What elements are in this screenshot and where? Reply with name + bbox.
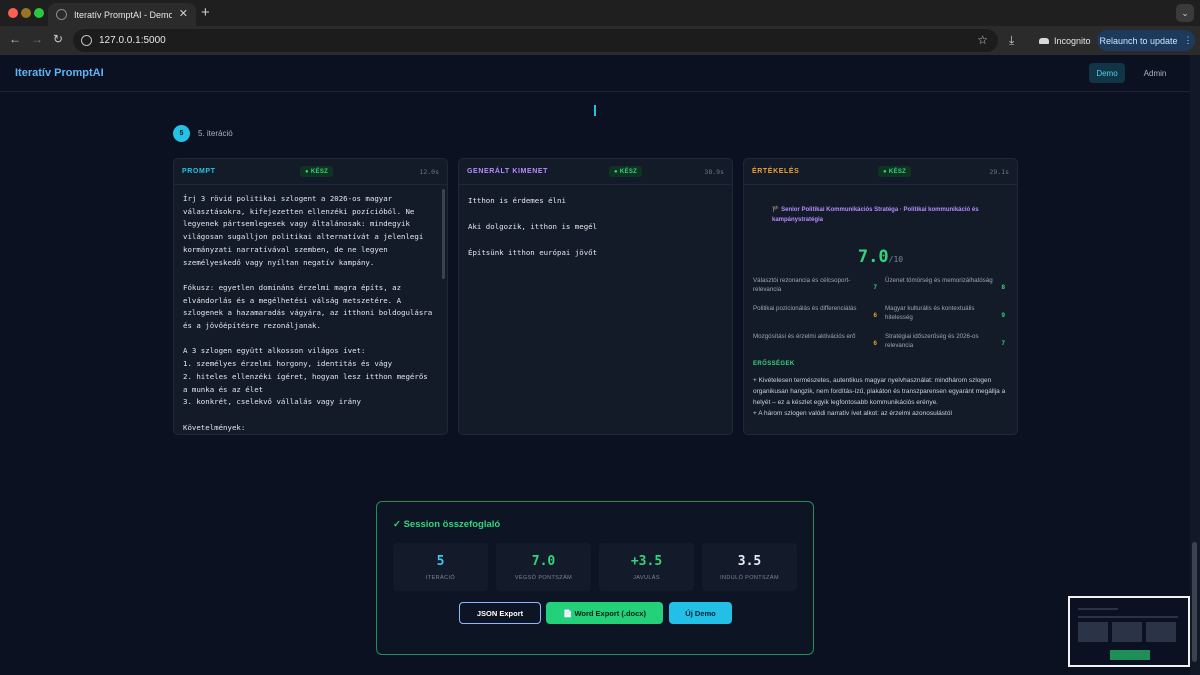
criterion-label: Stratégiai időszerűség és 2026-os releva… bbox=[885, 333, 979, 349]
criterion: Stratégiai időszerűség és 2026-os releva… bbox=[881, 332, 1009, 360]
evaluation-panel: ÉRTÉKELÉS ● KÉSZ 29.1s 🏴 Senior Politika… bbox=[743, 158, 1018, 435]
stat-label: ITERÁCIÓ bbox=[425, 575, 456, 581]
stat-initial-score: 3.5 INDULÓ PONTSZÁM bbox=[702, 543, 797, 591]
more-vert-icon: ⋮ bbox=[1183, 35, 1193, 45]
word-export-button[interactable]: 📄 Word Export (.docx) bbox=[546, 602, 663, 624]
minimize-window-button[interactable] bbox=[21, 8, 31, 18]
close-window-button[interactable] bbox=[8, 8, 18, 18]
criterion-score: 6 bbox=[873, 312, 877, 319]
browser-toolbar: ← → ↻ 127.0.0.1:5000 ☆ bbox=[0, 26, 1200, 55]
strengths-text[interactable]: + Kivételesen természetes, autentikus ma… bbox=[753, 375, 1011, 419]
download-icon[interactable]: ⤓ bbox=[1009, 33, 1014, 48]
criterion-label: Üzenet tömörség és memorizálhatóság bbox=[885, 277, 993, 284]
elapsed-time: 29.1s bbox=[989, 168, 1009, 176]
incognito-icon bbox=[1039, 37, 1049, 44]
reload-icon[interactable]: ↻ bbox=[53, 33, 63, 45]
incognito-label: Incognito bbox=[1054, 35, 1091, 46]
stat-label: VÉGSŐ PONTSZÁM bbox=[514, 575, 573, 581]
output-panel-title: GENERÁLT KIMENET bbox=[467, 168, 549, 175]
scroll-thumb[interactable] bbox=[1192, 542, 1197, 662]
criterion-label: Politikai pozicionálás és differenciálás bbox=[753, 305, 857, 312]
criterion: Magyar kulturális és kontextuális hitele… bbox=[881, 304, 1009, 332]
stat-value: +3.5 bbox=[630, 554, 663, 569]
output-text[interactable]: Itthon is érdemes élni Aki dolgozik, itt… bbox=[459, 185, 732, 259]
session-summary: ✓ Session összefoglaló 5 ITERÁCIÓ 7.0 VÉ… bbox=[376, 501, 814, 655]
close-tab-icon[interactable]: ✕ bbox=[179, 9, 188, 20]
back-arrow-icon[interactable]: ← bbox=[9, 33, 21, 45]
criterion-score: 9 bbox=[1001, 312, 1005, 319]
criterion-score: 8 bbox=[1001, 284, 1005, 291]
stat-value: 3.5 bbox=[737, 554, 762, 569]
address-bar[interactable]: 127.0.0.1:5000 ☆ bbox=[73, 29, 998, 52]
prompt-text[interactable]: Írj 3 rövid politikai szlogent a 2026-os… bbox=[174, 185, 447, 434]
status-badge: ● KÉSZ bbox=[878, 166, 912, 177]
prompt-panel-header: PROMPT ● KÉSZ 12.0s bbox=[174, 159, 447, 185]
prompt-panel: PROMPT ● KÉSZ 12.0s Írj 3 rövid politika… bbox=[173, 158, 448, 435]
score-value: 7.0 bbox=[857, 247, 889, 267]
overall-score: 7.0/10 bbox=[744, 247, 1017, 267]
globe-icon bbox=[56, 9, 67, 20]
criterion-label: Magyar kulturális és kontextuális hitele… bbox=[885, 305, 975, 321]
forward-arrow-icon[interactable]: → bbox=[31, 33, 43, 45]
relaunch-label: Relaunch to update bbox=[1099, 35, 1178, 46]
evaluator-role: 🏴 Senior Politikai Kommunikációs Stratég… bbox=[772, 207, 979, 223]
stat-value: 5 bbox=[436, 554, 445, 569]
criterion-score: 6 bbox=[873, 340, 877, 347]
browser-tab[interactable]: Iteratív PromptAI - Demo ✕ bbox=[48, 3, 196, 26]
tab-title: Iteratív PromptAI - Demo bbox=[74, 9, 172, 20]
bookmark-star-icon[interactable]: ☆ bbox=[977, 33, 988, 47]
incognito-indicator[interactable]: Incognito bbox=[1031, 30, 1099, 51]
json-export-button[interactable]: JSON Export bbox=[459, 602, 541, 624]
iteration-number-badge: 5 bbox=[173, 125, 190, 142]
relaunch-button[interactable]: Relaunch to update ⋮ bbox=[1097, 30, 1195, 51]
output-panel: GENERÁLT KIMENET ● KÉSZ 38.9s Itthon is … bbox=[458, 158, 733, 435]
elapsed-time: 12.0s bbox=[419, 168, 439, 176]
app-header: Iteratív PromptAI Demo Admin bbox=[0, 55, 1190, 92]
panel-scrollbar[interactable] bbox=[442, 189, 445, 279]
evaluation-panel-title: ÉRTÉKELÉS bbox=[752, 168, 800, 175]
criterion: Mozgósítási és érzelmi aktivációs erő 6 bbox=[753, 332, 881, 360]
output-panel-header: GENERÁLT KIMENET ● KÉSZ 38.9s bbox=[459, 159, 732, 185]
browser-tabbar: Iteratív PromptAI - Demo ✕ + ⌄ bbox=[0, 0, 1200, 26]
maximize-window-button[interactable] bbox=[34, 8, 44, 18]
status-badge: ● KÉSZ bbox=[300, 166, 334, 177]
criterion-score: 7 bbox=[1001, 340, 1005, 347]
criterion: Választói rezonancia és célcsoport-relev… bbox=[753, 276, 881, 304]
page-scrollbar[interactable] bbox=[1190, 55, 1200, 675]
nav-demo[interactable]: Demo bbox=[1089, 63, 1125, 83]
brand-logo[interactable]: Iteratív PromptAI bbox=[15, 67, 104, 79]
screenshot-thumbnail[interactable] bbox=[1068, 596, 1190, 667]
prompt-panel-title: PROMPT bbox=[182, 168, 216, 175]
criterion: Politikai pozicionálás és differenciálás… bbox=[753, 304, 881, 332]
criterion: Üzenet tömörség és memorizálhatóság 8 bbox=[881, 276, 1009, 304]
criterion-label: Választói rezonancia és célcsoport-relev… bbox=[753, 277, 851, 293]
iteration-label: 5. iteráció bbox=[198, 129, 233, 138]
new-demo-button[interactable]: Új Demo bbox=[669, 602, 732, 624]
score-max: /10 bbox=[888, 255, 904, 264]
url-text: 127.0.0.1:5000 bbox=[99, 35, 166, 46]
stat-label: INDULÓ PONTSZÁM bbox=[720, 575, 779, 581]
summary-title: ✓ Session összefoglaló bbox=[393, 519, 501, 530]
elapsed-time: 38.9s bbox=[704, 168, 724, 176]
stat-iterations: 5 ITERÁCIÓ bbox=[393, 543, 488, 591]
tab-search-button[interactable]: ⌄ bbox=[1176, 4, 1194, 22]
timeline-connector bbox=[594, 105, 596, 116]
nav-admin[interactable]: Admin bbox=[1137, 63, 1173, 83]
evaluation-panel-header: ÉRTÉKELÉS ● KÉSZ 29.1s bbox=[744, 159, 1017, 185]
stat-improvement: +3.5 JAVULÁS bbox=[599, 543, 694, 591]
status-badge: ● KÉSZ bbox=[609, 166, 643, 177]
criterion-label: Mozgósítási és érzelmi aktivációs erő bbox=[753, 333, 856, 340]
stat-final-score: 7.0 VÉGSŐ PONTSZÁM bbox=[496, 543, 591, 591]
new-tab-button[interactable]: + bbox=[201, 5, 210, 20]
criterion-score: 7 bbox=[873, 284, 877, 291]
stat-label: JAVULÁS bbox=[633, 575, 660, 581]
strengths-heading: ERŐSSÉGEK bbox=[753, 361, 795, 367]
criteria-grid: Választói rezonancia és célcsoport-relev… bbox=[753, 276, 1009, 360]
stat-value: 7.0 bbox=[531, 554, 556, 569]
site-info-icon[interactable] bbox=[81, 35, 92, 46]
